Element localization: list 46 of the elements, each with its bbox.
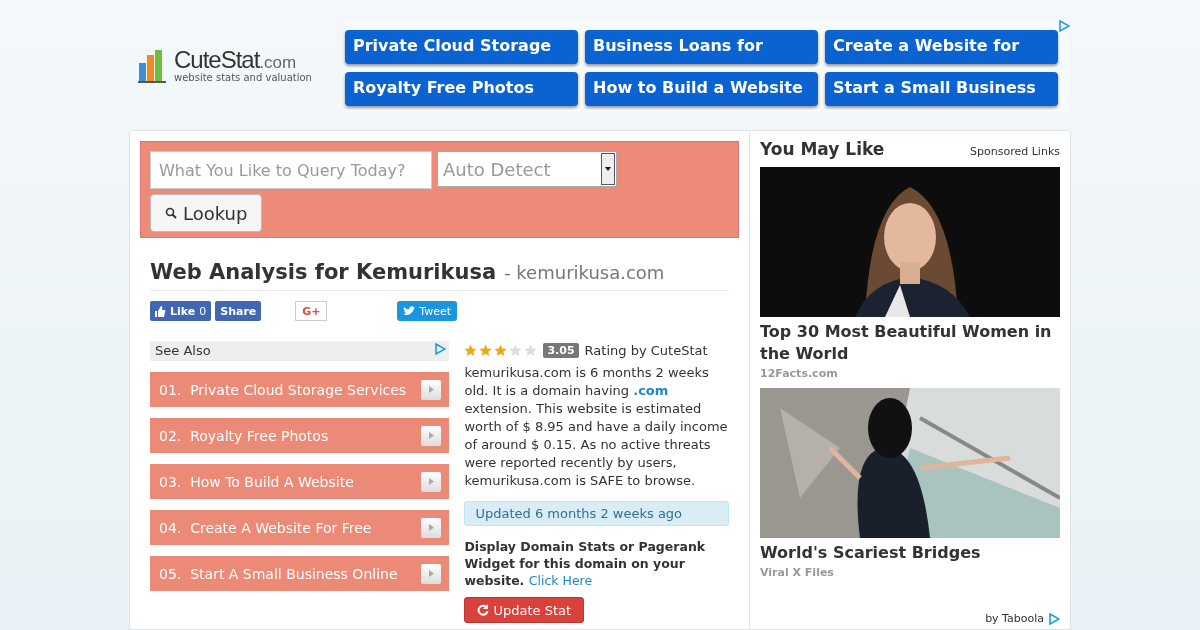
ad-link-button[interactable]: How to Build a Website (585, 72, 818, 106)
lookup-button[interactable]: Lookup (150, 194, 263, 232)
dropdown-caret-icon[interactable] (601, 153, 615, 185)
article-source: 12Facts.com (760, 367, 839, 380)
search-icon (165, 207, 177, 219)
play-icon[interactable] (421, 471, 442, 492)
ad-link-button[interactable]: Start a Small Business (825, 72, 1058, 106)
tweet-button[interactable]: Tweet (397, 301, 458, 321)
share-button[interactable]: Share (215, 301, 262, 321)
update-stat-button[interactable]: Update Stat (464, 597, 585, 623)
article-title[interactable]: World's Scariest Bridges (760, 542, 1060, 564)
article-source: Viral X Files (760, 566, 835, 579)
play-icon[interactable] (421, 517, 442, 538)
ad-choices-icon[interactable] (1058, 20, 1070, 32)
domain-text: - kemurikusa.com (504, 262, 665, 283)
taboola-credit[interactable]: by Taboola (985, 612, 1044, 625)
widget-text: Display Domain Stats or Pagerank Widget for this domain on your website. Click Here (464, 538, 707, 589)
ad-choices-icon[interactable] (434, 343, 447, 355)
ad-link-button[interactable]: Create a Website for (825, 30, 1058, 64)
ad-link-button[interactable]: Royalty Free Photos (345, 72, 578, 106)
google-plus-button[interactable]: G+ (295, 301, 328, 321)
rating-label: Rating by CuteStat (584, 343, 708, 358)
logo-tagline: website stats and valuation (174, 72, 312, 83)
summary-text: kemurikusa.com is 6 months 2 weeks old. It is a domain having .com extension. This website is estimated worth of $ 8.95 and have a daily income of around $ 0.15. As no active threats were reported recently by users, kemurikusa.com is SAFE to browse. (464, 364, 729, 490)
page-title: Web Analysis for Kemurikusa (150, 260, 497, 284)
bar-chart-icon (138, 48, 168, 83)
see-also-header: See Also (150, 341, 450, 361)
ad-choices-icon[interactable] (1048, 612, 1060, 625)
article-title[interactable]: Top 30 Most Beautiful Women in the World (760, 321, 1060, 365)
refresh-icon (477, 604, 490, 616)
detect-select[interactable]: Auto Detect (437, 151, 617, 187)
play-icon[interactable] (421, 379, 442, 400)
sidebar-title: You May Like (760, 139, 885, 159)
ad-link-button[interactable]: Business Loans for (585, 30, 818, 64)
thumbs-up-icon (155, 305, 166, 317)
click-here-link[interactable]: Click Here (528, 573, 593, 588)
sponsored-label: Sponsored Links (970, 145, 1060, 158)
ad-link-button[interactable]: Private Cloud Storage (345, 30, 578, 64)
logo-text[interactable]: CuteStat.com (174, 48, 312, 72)
play-icon[interactable] (421, 563, 442, 584)
bird-icon (403, 306, 416, 316)
updated-notice: Updated 6 months 2 weeks ago (464, 501, 729, 526)
like-button[interactable]: Like 0 (150, 301, 212, 321)
query-field[interactable]: What You Like to Query Today? (150, 151, 432, 189)
play-icon[interactable] (421, 425, 442, 446)
rating-score: 3.05 (543, 343, 579, 358)
